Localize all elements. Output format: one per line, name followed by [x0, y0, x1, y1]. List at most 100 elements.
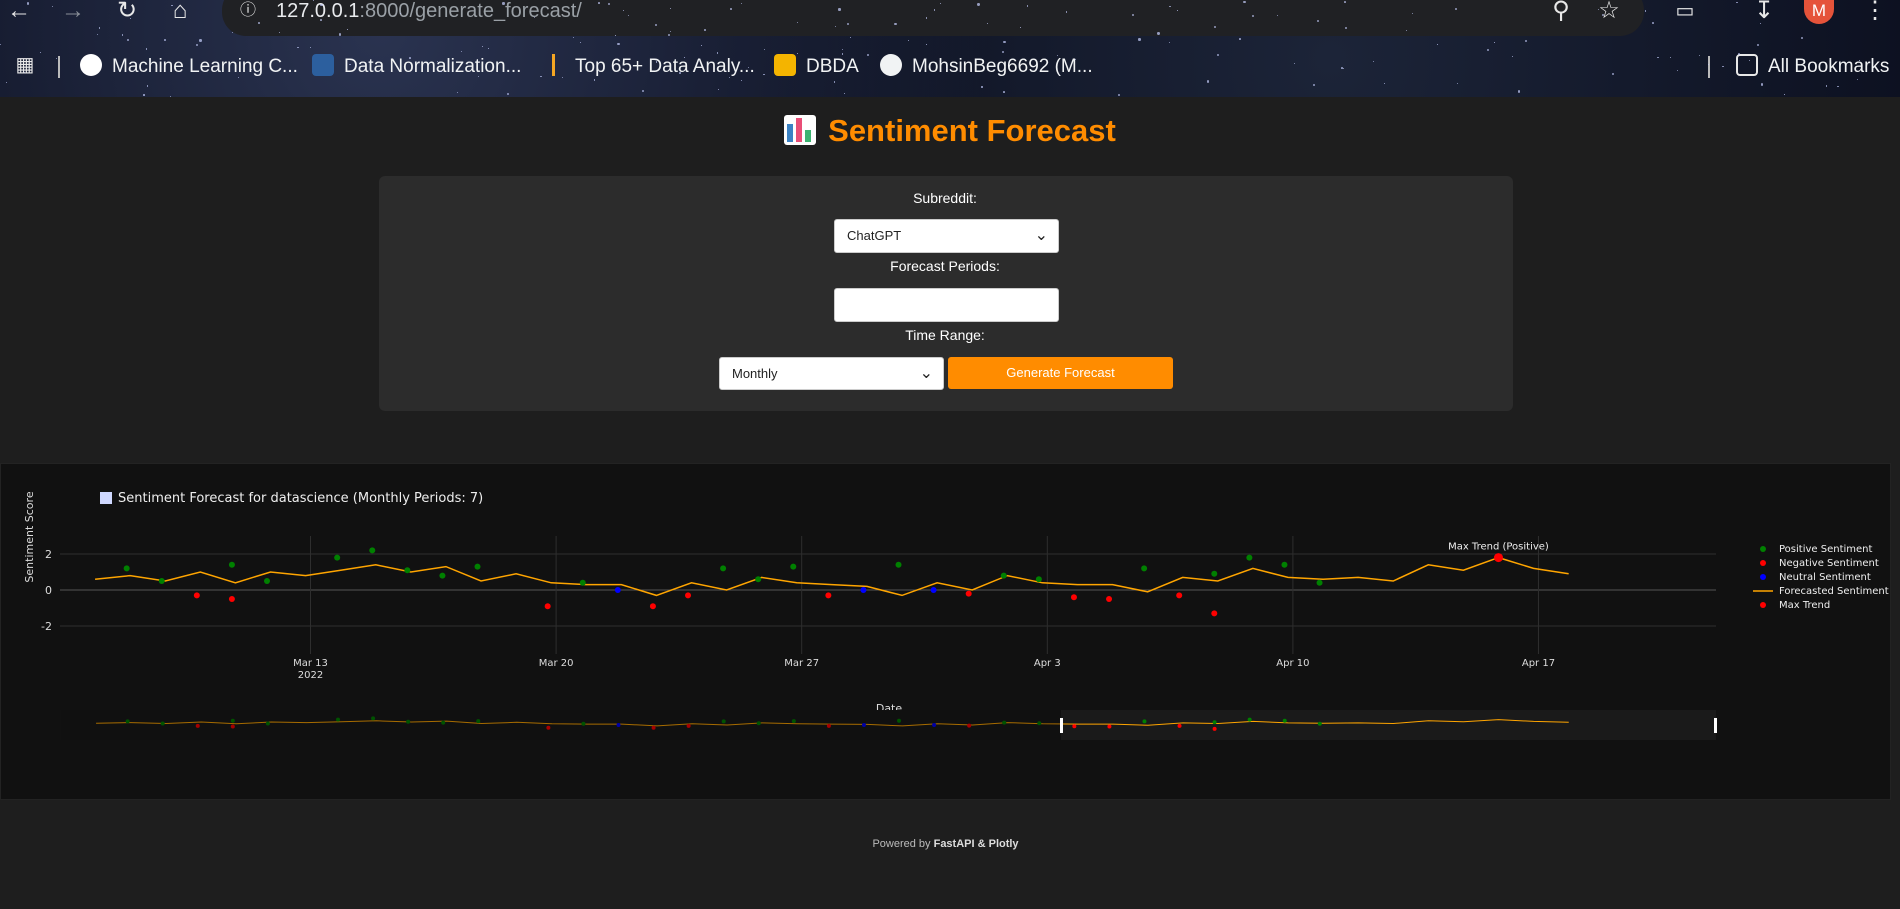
background-star	[1825, 84, 1828, 87]
background-star	[540, 75, 542, 78]
positive-point	[369, 547, 376, 554]
chevron-down-icon: ⌄	[1034, 227, 1048, 244]
negative-point	[1070, 594, 1077, 601]
background-star	[1411, 12, 1413, 14]
bookmark-item-0[interactable]: Machine Learning C...	[80, 54, 298, 78]
forward-icon[interactable]: →	[58, 0, 88, 24]
home-icon[interactable]: ⌂	[165, 0, 195, 24]
background-star	[763, 73, 765, 76]
background-star	[730, 8, 732, 11]
background-star	[1801, 37, 1804, 40]
apps-grid-icon[interactable]: ▦	[10, 54, 40, 78]
positive-point	[1141, 565, 1148, 572]
site-info-icon[interactable]: ⓘ	[233, 0, 263, 24]
background-star	[56, 58, 58, 60]
background-star	[129, 18, 131, 19]
background-star	[838, 8, 841, 11]
avatar[interactable]: M	[1804, 0, 1834, 24]
background-star	[908, 40, 909, 41]
background-star	[1676, 70, 1678, 72]
background-star	[1748, 60, 1750, 61]
background-star	[349, 63, 351, 66]
background-star	[297, 46, 299, 49]
background-star	[617, 42, 620, 45]
background-star	[347, 28, 348, 30]
bookmark-item-2[interactable]: Top 65+ Data Analy...	[543, 54, 755, 78]
bookmark-star-icon[interactable]: ☆	[1594, 0, 1624, 24]
background-star	[1343, 1, 1346, 4]
background-star	[1216, 53, 1219, 56]
background-star	[1784, 94, 1785, 95]
background-star	[169, 96, 172, 97]
divider	[1708, 56, 1710, 78]
background-star	[1003, 91, 1005, 94]
background-star	[309, 47, 311, 48]
download-icon[interactable]: ↧	[1749, 0, 1779, 24]
background-star	[572, 37, 574, 39]
chart-title: Sentiment Forecast for datascience (Mont…	[118, 491, 483, 506]
legend-label: Positive Sentiment	[1779, 544, 1872, 555]
page-title-text: Sentiment Forecast	[828, 113, 1116, 148]
background-star	[1611, 72, 1615, 76]
all-bookmarks-label: All Bookmarks	[1768, 56, 1890, 77]
background-star	[1117, 93, 1120, 96]
menu-icon[interactable]: ⋮	[1860, 0, 1890, 24]
background-star	[121, 34, 124, 36]
background-star	[1065, 11, 1067, 13]
background-star	[844, 92, 845, 94]
legend-swatch	[1760, 574, 1766, 580]
background-star	[741, 80, 743, 81]
background-star	[940, 2, 941, 4]
zoom-icon[interactable]: ⚲	[1546, 0, 1576, 24]
positive-point	[123, 565, 130, 572]
negative-point	[1176, 592, 1183, 599]
background-star	[487, 48, 489, 49]
range-handle-left[interactable]	[1060, 718, 1063, 733]
bookmark-item-4[interactable]: MohsinBeg6692 (M...	[880, 54, 1093, 78]
background-star	[98, 27, 101, 29]
positive-point	[1281, 561, 1288, 568]
background-star	[1493, 41, 1495, 43]
extensions-icon[interactable]: ▭	[1670, 0, 1700, 24]
background-star	[1312, 84, 1315, 87]
positive-point	[439, 572, 446, 579]
background-star	[481, 45, 483, 47]
range-positive-point	[1317, 721, 1322, 726]
background-star	[1486, 48, 1489, 51]
bookmark-item-3[interactable]: DBDA	[774, 54, 859, 78]
background-star	[701, 45, 702, 46]
positive-point	[1211, 570, 1218, 577]
background-star	[614, 34, 616, 36]
background-star	[593, 79, 595, 81]
positive-point	[579, 579, 586, 586]
bar-chart-icon	[784, 115, 817, 145]
background-star	[925, 44, 927, 45]
subreddit-select[interactable]: ChatGPT ⌄	[834, 219, 1059, 253]
forecast-periods-input[interactable]	[834, 288, 1059, 322]
background-star	[834, 25, 837, 27]
chevron-down-icon: ⌄	[919, 365, 933, 382]
positive-point	[895, 561, 902, 568]
background-star	[1243, 0, 1246, 3]
generate-forecast-button[interactable]: Generate Forecast	[948, 357, 1173, 389]
positive-point	[334, 554, 341, 561]
back-icon[interactable]: ←	[4, 0, 34, 24]
reload-icon[interactable]: ↻	[112, 0, 142, 24]
time-range-select[interactable]: Monthly ⌄	[719, 357, 944, 390]
background-star	[5, 81, 7, 83]
background-star	[670, 7, 671, 9]
background-star	[717, 89, 719, 91]
all-bookmarks[interactable]: All Bookmarks	[1736, 54, 1889, 78]
range-slider-mask	[61, 710, 1061, 740]
divider	[58, 56, 60, 78]
range-handle-right[interactable]	[1714, 718, 1717, 733]
background-star	[598, 2, 600, 4]
bookmark-item-1[interactable]: Data Normalization...	[312, 54, 521, 78]
range-positive-point	[1247, 717, 1252, 722]
background-star	[833, 81, 836, 83]
background-star	[456, 92, 458, 93]
site-icon	[312, 54, 334, 76]
background-star	[146, 85, 148, 87]
background-star	[1517, 90, 1520, 93]
positive-point	[228, 561, 235, 568]
